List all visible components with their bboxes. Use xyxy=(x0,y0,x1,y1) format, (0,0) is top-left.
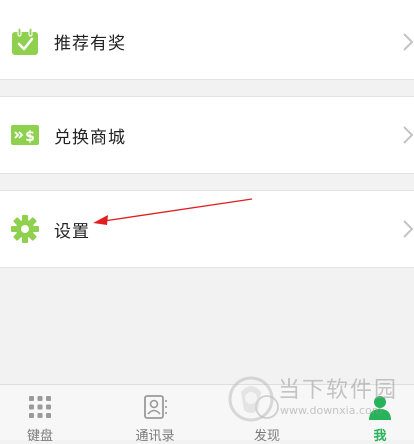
menu-item-label: 兑换商城 xyxy=(54,127,126,148)
menu-item-exchange-mall[interactable]: $ 兑换商城 xyxy=(0,96,414,174)
svg-text:$: $ xyxy=(25,129,35,145)
menu-item-label: 推荐有奖 xyxy=(54,34,126,54)
tab-keypad[interactable]: 键盘 xyxy=(0,385,90,444)
tab-contacts[interactable]: 通讯录 xyxy=(105,385,205,444)
tab-label: 键盘 xyxy=(26,429,53,444)
chevron-right-icon xyxy=(403,126,414,144)
tab-label: 通讯录 xyxy=(135,429,175,444)
watermark-url: www.downxia.com xyxy=(280,404,383,417)
chevron-right-icon xyxy=(403,220,414,238)
chevron-right-icon xyxy=(403,32,414,51)
menu-item-referral-reward[interactable]: 推荐有奖 xyxy=(0,4,414,80)
contacts-icon xyxy=(144,395,167,419)
menu-item-settings[interactable]: 设置 xyxy=(0,190,414,268)
exchange-dollar-icon: $ xyxy=(11,125,39,145)
watermark: 当下软件园 www.downxia.com xyxy=(228,372,414,428)
watermark-logo-icon xyxy=(228,376,274,422)
menu-item-label: 设置 xyxy=(54,221,90,242)
calendar-check-icon xyxy=(12,26,38,55)
watermark-brand: 当下软件园 xyxy=(278,378,399,403)
keypad-icon xyxy=(29,396,51,418)
gear-icon xyxy=(11,215,39,243)
